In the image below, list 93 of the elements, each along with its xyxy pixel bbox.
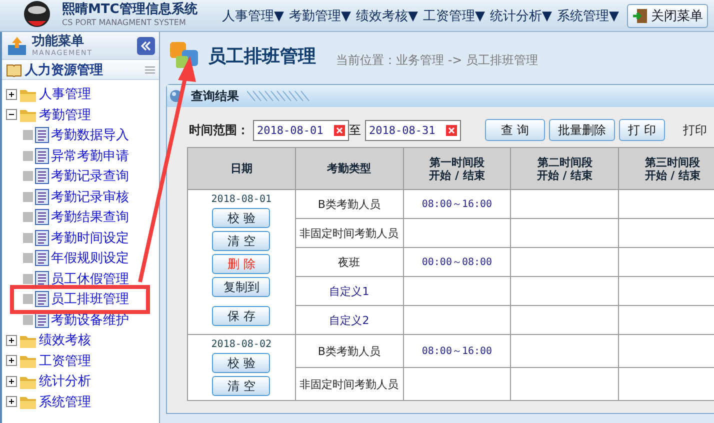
action-button[interactable]: 保 存	[212, 306, 270, 326]
expand-box-icon	[6, 355, 17, 366]
table-cell: 非固定时间考勤人员	[295, 368, 404, 400]
tree-item[interactable]: 考勤数据导入	[6, 125, 159, 146]
table-cell: B类考勤人员	[295, 190, 404, 218]
tree-item[interactable]: 考勤设备维护	[6, 310, 159, 330]
collapse-box-icon	[6, 109, 17, 120]
document-icon	[35, 230, 49, 246]
date-text: 2018-08-02	[211, 339, 272, 350]
expand-box-icon	[6, 334, 17, 346]
table-cell: 自定义2	[295, 306, 404, 334]
app-subtitle: CS PORT MANAGMENT SYSTEM	[62, 17, 187, 28]
tree-item[interactable]: 员工休假管理	[6, 268, 159, 289]
tree-node-icon	[23, 274, 33, 284]
table-cell: 非固定时间考勤人员	[295, 218, 404, 248]
tree-node-icon	[23, 192, 33, 202]
column-header: 考勤类型	[295, 148, 404, 190]
column-header: 第三时间段 开始 / 结束	[618, 148, 714, 190]
page-title: 员工排班管理	[208, 45, 316, 68]
door-exit-icon	[632, 8, 648, 24]
column-header: 第一时间段 开始 / 结束	[403, 148, 511, 190]
table-cell: 00:00～08:00	[403, 248, 511, 276]
tree-node-icon	[23, 314, 33, 325]
print-label: 打印	[682, 122, 707, 138]
tree-item[interactable]: 年假规则设定	[6, 248, 159, 268]
tree-node-icon	[23, 212, 33, 222]
column-header: 日期	[188, 148, 296, 190]
tree-node-icon	[23, 130, 33, 140]
menu-item[interactable]: 系统管理▼	[557, 6, 619, 24]
document-icon	[35, 127, 49, 144]
date-text: 2018-08-01	[211, 194, 272, 205]
double-chevron-icon	[141, 40, 151, 50]
tree-node-icon	[23, 150, 33, 161]
tree-item[interactable]: 异常考勤申请	[6, 146, 159, 166]
tree-item[interactable]: 考勤记录查询	[6, 166, 159, 186]
panel-title: 查询结果	[191, 88, 239, 104]
date-field[interactable]: 2018-08-31	[365, 120, 461, 140]
tree-item[interactable]: 考勤时间设定	[6, 228, 159, 248]
document-icon	[35, 148, 49, 164]
table-cell: 08:00～16:00	[403, 190, 511, 218]
action-button[interactable]: 复制到	[212, 277, 270, 297]
document-icon	[35, 209, 49, 226]
expand-box-icon	[6, 88, 17, 100]
document-icon	[35, 250, 49, 266]
menu-item[interactable]: 考勤管理▼	[289, 6, 351, 24]
action-button[interactable]: 校 验	[212, 208, 270, 228]
document-icon	[35, 291, 49, 308]
column-header: 第二时间段 开始 / 结束	[510, 148, 619, 190]
tree-folder[interactable]: 绩效考核	[6, 330, 159, 350]
toolbar-button[interactable]: 查 询	[485, 119, 545, 141]
document-icon	[35, 270, 49, 287]
upload-tray-icon	[6, 34, 28, 56]
sphere-icon	[169, 89, 183, 103]
expand-box-icon	[6, 376, 17, 387]
close-menu-button[interactable]: 关闭菜单	[627, 4, 708, 28]
table-cell: B类考勤人员	[295, 334, 404, 368]
toolbar-button[interactable]: 打 印	[619, 119, 665, 141]
tree-node-icon	[23, 171, 33, 182]
action-button[interactable]: 清 空	[212, 231, 270, 251]
tree-folder[interactable]: 系统管理	[6, 392, 159, 412]
tree-folder[interactable]: 工资管理	[6, 350, 159, 371]
tree-node-icon	[23, 253, 33, 264]
document-icon	[35, 168, 49, 184]
range-separator: 至	[349, 122, 361, 138]
tree-item[interactable]: 员工排班管理	[14, 289, 146, 310]
document-icon	[35, 188, 49, 205]
menu-item[interactable]: 绩效考核▼	[356, 6, 418, 24]
open-book-icon	[6, 62, 22, 76]
tree-item[interactable]: 考勤记录审核	[6, 186, 159, 207]
menu-item[interactable]: 统计分析▼	[490, 6, 552, 24]
table-cell: 自定义1	[295, 276, 404, 306]
collapse-button[interactable]	[137, 36, 155, 54]
breadcrumb: 当前位置：业务管理 -> 员工排班管理	[336, 52, 538, 68]
action-button[interactable]: 清 空	[212, 376, 270, 396]
expand-box-icon	[6, 396, 17, 408]
app-title: 熙晴MTC管理信息系统	[62, 3, 198, 17]
toolbar-button[interactable]: 批量删除	[549, 119, 615, 141]
table-cell: 08:00～16:00	[403, 334, 511, 368]
menu-panel-title: 功能菜单	[32, 34, 85, 48]
table-cell: 夜班	[295, 248, 404, 276]
section-title: 人力资源管理	[25, 62, 104, 78]
range-label: 时间范围：	[189, 122, 249, 138]
action-button[interactable]: 校 验	[212, 353, 270, 373]
tree-folder[interactable]: 人事管理	[6, 84, 159, 104]
date-field[interactable]: 2018-08-01	[253, 120, 349, 140]
tree-folder[interactable]: 考勤管理	[6, 104, 159, 125]
menu-item[interactable]: 人事管理▼	[222, 6, 284, 24]
tree-node-icon	[23, 294, 33, 304]
tree-item[interactable]: 考勤结果查询	[6, 207, 159, 228]
menu-item[interactable]: 工资管理▼	[423, 6, 485, 24]
grip-icon	[145, 66, 155, 74]
tree-folder[interactable]: 统计分析	[6, 371, 159, 392]
tree-node-icon	[23, 232, 33, 243]
